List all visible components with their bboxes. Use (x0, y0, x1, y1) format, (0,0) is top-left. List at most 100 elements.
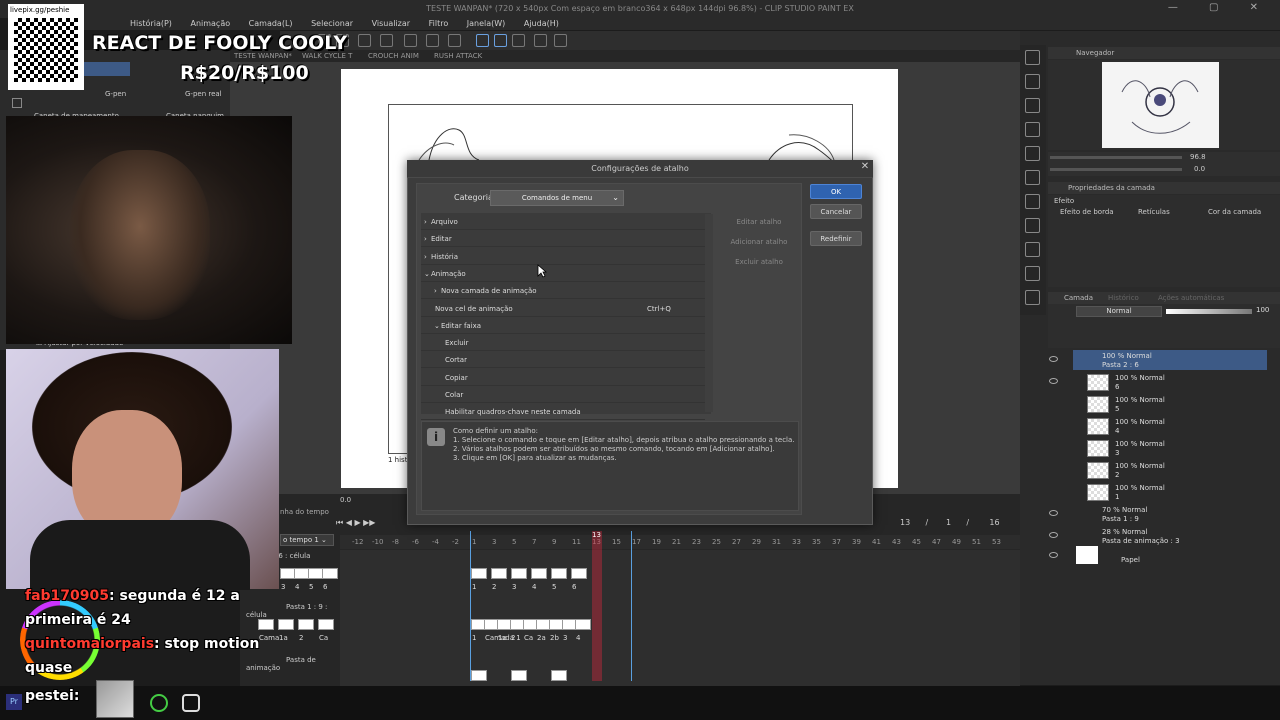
pen-tool-icon[interactable] (12, 98, 22, 108)
layer-cel-4[interactable]: 100 % Normal 4 (1072, 416, 1280, 438)
layer-color-option[interactable]: Cor da camada (1208, 208, 1261, 216)
snap-special-ruler-icon[interactable] (494, 34, 507, 47)
chevron-right-icon[interactable]: › (434, 287, 437, 295)
timeline-cel[interactable] (322, 568, 338, 579)
layer-cel-3[interactable]: 100 % Normal 3 (1072, 438, 1280, 460)
eye-icon[interactable] (1049, 378, 1058, 384)
cancel-button[interactable]: Cancelar (810, 204, 862, 219)
brush-g-pen[interactable]: G-pen (105, 90, 126, 98)
clear-icon[interactable] (426, 34, 439, 47)
brush-selected-swatch[interactable] (80, 62, 130, 76)
category-select[interactable]: Comandos de menu ⌄ (490, 190, 624, 206)
auto-action-icon[interactable] (1025, 266, 1040, 281)
command-row[interactable]: Nova cel de animação Ctrl+Q (421, 300, 705, 317)
layer-cel-5[interactable]: 100 % Normal 5 (1072, 394, 1280, 416)
menu-janela[interactable]: Janela(W) (467, 19, 506, 28)
timeline-cel[interactable] (471, 670, 487, 681)
timeline-cel[interactable] (571, 568, 587, 579)
info-icon[interactable] (1025, 218, 1040, 233)
screentone-option[interactable]: Retículas (1138, 208, 1170, 216)
zoom-slider[interactable] (1050, 156, 1182, 159)
subview-icon[interactable] (1025, 170, 1040, 185)
timeline-cel[interactable] (258, 619, 274, 630)
layer-cel-2[interactable]: 100 % Normal 2 (1072, 460, 1280, 482)
chevron-down-icon[interactable]: ⌄ (424, 270, 430, 278)
ruler-panel-icon[interactable] (1025, 290, 1040, 305)
premiere-icon[interactable]: Pr (6, 694, 22, 710)
snap-ruler-icon[interactable] (476, 34, 489, 47)
timeline-select[interactable]: o tempo 1 ⌄ (280, 534, 334, 546)
menu-historia[interactable]: História(P) (130, 19, 172, 28)
snap-grid-icon[interactable] (512, 34, 525, 47)
track-animation-folder[interactable]: Pasta de animação (246, 656, 340, 672)
close-icon[interactable]: ✕ (858, 161, 872, 175)
command-row[interactable]: › Arquivo (421, 213, 705, 230)
chevron-right-icon[interactable]: › (424, 235, 427, 243)
border-effect-option[interactable]: Efeito de borda (1060, 208, 1114, 216)
timeline-cel[interactable] (551, 670, 567, 681)
timeline-cel[interactable] (511, 568, 527, 579)
menu-ajuda[interactable]: Ajuda(H) (524, 19, 559, 28)
menu-camada[interactable]: Camada(L) (249, 19, 293, 28)
command-row[interactable]: Copiar (421, 369, 705, 386)
command-row[interactable]: Cortar (421, 351, 705, 369)
window-controls[interactable]: — ▢ ✕ (1168, 2, 1272, 13)
tab-layer[interactable]: Camada (1064, 294, 1093, 302)
history-icon[interactable] (1025, 194, 1040, 209)
command-row[interactable]: › Nova camada de animação (421, 282, 705, 300)
crop-icon[interactable] (380, 34, 393, 47)
zoom-tool-icon[interactable] (1025, 50, 1040, 65)
transform-icon[interactable] (404, 34, 417, 47)
command-row[interactable]: Habilitar quadros-chave neste camada (421, 403, 705, 421)
playback-controls[interactable]: ⏮ ◀ ▶ ▶▶ (336, 518, 376, 528)
delete-layer-icon[interactable] (1025, 122, 1040, 137)
timeline-cel[interactable] (318, 619, 334, 630)
menu-filtro[interactable]: Filtro (429, 19, 449, 28)
navigator-thumbnail[interactable] (1102, 62, 1219, 148)
chevron-right-icon[interactable]: › (424, 253, 427, 261)
layer-tool-icon[interactable] (1025, 98, 1040, 113)
timeline-cel[interactable] (551, 568, 567, 579)
chevron-right-icon[interactable]: › (424, 218, 427, 226)
command-row[interactable]: Colar (421, 386, 705, 403)
ok-button[interactable]: OK (810, 184, 862, 199)
rotation-value[interactable]: 0.0 (1194, 165, 1205, 173)
tab-rush-attack[interactable]: RUSH ATTACK (434, 52, 482, 60)
add-shortcut-button[interactable]: Adicionar atalho (723, 234, 795, 250)
loading-icon[interactable] (358, 34, 371, 47)
timeline-cel[interactable] (511, 670, 527, 681)
opacity-slider[interactable] (1166, 309, 1252, 314)
timeline-ruler[interactable]: -12 -10 -8 -6 -4 -2 1 3 5 7 9 11 13 15 17 19 21 23 25 27 29 3… (340, 535, 1020, 549)
timeline-cel[interactable] (298, 619, 314, 630)
layer-cel-1[interactable]: 100 % Normal 1 (1072, 482, 1280, 504)
command-row[interactable]: › Editar (421, 230, 705, 248)
zoom-value[interactable]: 96.8 (1190, 153, 1206, 161)
command-row[interactable]: Excluir (421, 334, 705, 352)
edit-shortcut-button[interactable]: Editar atalho (723, 214, 795, 230)
layer-folder-animation[interactable]: 28 % Normal Pasta de animação : 3 (1072, 526, 1280, 548)
eye-icon[interactable] (1049, 532, 1058, 538)
tab-crouch-anim[interactable]: CROUCH ANIM (368, 52, 419, 60)
tab-layer-properties[interactable]: Propriedades da camada (1068, 184, 1155, 192)
command-list-scrollbar[interactable] (705, 214, 713, 412)
settings-icon[interactable] (554, 34, 567, 47)
timeline-cel[interactable] (491, 568, 507, 579)
menu-animacao[interactable]: Animação (190, 19, 230, 28)
tab-navigator[interactable]: Navegador (1076, 49, 1114, 57)
layer-folder-pasta2[interactable]: 100 % Normal Pasta 2 : 6 (1072, 350, 1280, 372)
delete-shortcut-button[interactable]: Excluir atalho (723, 254, 795, 270)
command-row[interactable]: › História (421, 248, 705, 265)
ruler-icon[interactable] (534, 34, 547, 47)
timeline-cel[interactable] (531, 568, 547, 579)
eye-icon[interactable] (1049, 356, 1058, 362)
fill-icon[interactable] (448, 34, 461, 47)
timeline-tracks[interactable] (340, 550, 1020, 686)
menu-selecionar[interactable]: Selecionar (311, 19, 353, 28)
brush-g-pen-real[interactable]: G-pen real (185, 90, 222, 98)
material-icon[interactable] (1025, 146, 1040, 161)
track-pasta1[interactable]: Pasta 1 : 9 : célula (246, 603, 340, 619)
opacity-value[interactable]: 100 (1256, 306, 1269, 314)
tab-history[interactable]: Histórico (1108, 294, 1139, 302)
layer-paper[interactable]: Papel (1072, 546, 1280, 570)
whatsapp-icon[interactable] (150, 694, 168, 712)
